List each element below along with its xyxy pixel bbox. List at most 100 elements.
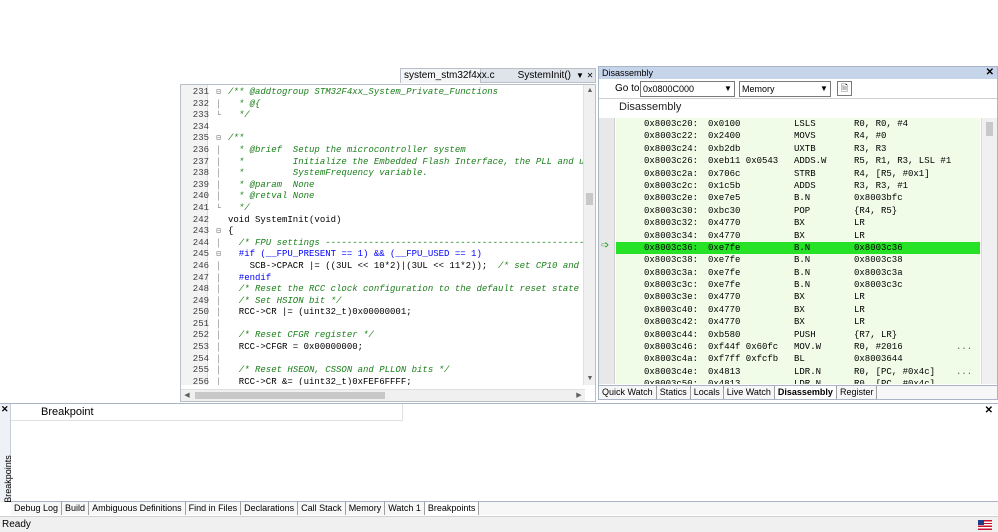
code-line[interactable]: 254 │ bbox=[181, 354, 585, 366]
tab-live-watch[interactable]: Live Watch bbox=[724, 386, 775, 399]
instruction-row[interactable]: 0x8003c3c: 0xe7fe B.N 0x8003c3c bbox=[616, 279, 980, 291]
instruction-row[interactable]: 0x8003c2a: 0x706c STRB R4, [R5, #0x1] bbox=[616, 168, 980, 180]
disassembly-vertical-scrollbar[interactable] bbox=[981, 118, 997, 384]
instruction-row[interactable]: 0x8003c32: 0x4770 BX LR bbox=[616, 217, 980, 229]
instruction-row[interactable]: 0x8003c50: 0x4813 LDR.N R0, [PC, #0x4c]... bbox=[616, 378, 980, 384]
tab-declarations[interactable]: Declarations bbox=[241, 502, 299, 515]
code-line[interactable]: 256 │ RCC->CR &= (uint32_t)0xFEF6FFFF; bbox=[181, 377, 585, 385]
instruction-opcode: 0xbc30 bbox=[708, 205, 741, 216]
instruction-opcode: 0x4770 bbox=[708, 292, 741, 303]
instruction-row[interactable]: 0x8003c22: 0x2400 MOVS R4, #0 bbox=[616, 130, 980, 142]
instruction-row[interactable]: 0x8003c3e: 0x4770 BX LR bbox=[616, 291, 980, 303]
code-line[interactable]: 238 │ * SystemFrequency variable. bbox=[181, 168, 585, 180]
tab-build[interactable]: Build bbox=[62, 502, 90, 515]
fold-marker-icon[interactable]: ⊟ bbox=[214, 249, 223, 261]
instruction-row[interactable]: 0x8003c34: 0x4770 BX LR bbox=[616, 230, 980, 242]
view-options-button[interactable]: 🗎 bbox=[837, 81, 852, 96]
tab-call-stack[interactable]: Call Stack bbox=[298, 502, 346, 515]
disassembly-scroll-thumb[interactable] bbox=[986, 122, 993, 136]
goto-combobox[interactable]: ▼ bbox=[640, 81, 735, 97]
tab-locals[interactable]: Locals bbox=[691, 386, 724, 399]
goto-input[interactable] bbox=[641, 82, 722, 96]
chevron-down-icon[interactable]: ▼ bbox=[722, 82, 734, 96]
instruction-opcode: 0x1c5b bbox=[708, 180, 741, 191]
code-line[interactable]: 235 ⊟ /** bbox=[181, 133, 585, 145]
tab-memory[interactable]: Memory bbox=[346, 502, 386, 515]
scroll-right-icon[interactable]: ▶ bbox=[573, 390, 585, 401]
code-line[interactable]: 253 │ RCC->CFGR = 0x00000000; bbox=[181, 342, 585, 354]
fold-marker-icon[interactable]: ⊟ bbox=[214, 226, 223, 238]
editor-vertical-scrollbar[interactable]: ▲ ▼ bbox=[583, 85, 595, 385]
close-icon[interactable]: ✕ bbox=[985, 405, 993, 416]
tab-ambiguous-definitions[interactable]: Ambiguous Definitions bbox=[89, 502, 186, 515]
close-icon[interactable]: ✕ bbox=[585, 69, 595, 83]
chevron-down-icon[interactable]: ▼ bbox=[575, 69, 585, 83]
instruction-row[interactable]: 0x8003c20: 0x0100 LSLS R0, R0, #4 bbox=[616, 118, 980, 130]
instruction-row[interactable]: 0x8003c2c: 0x1c5b ADDS R3, R3, #1 bbox=[616, 180, 980, 192]
editor-horizontal-scroll-thumb[interactable] bbox=[195, 392, 385, 399]
instruction-row[interactable]: 0x8003c26: 0xeb11 0x0543 ADDS.W R5, R1, R3,… bbox=[616, 155, 980, 167]
fold-marker-icon[interactable]: ⊟ bbox=[214, 133, 223, 145]
code-line[interactable]: 243 ⊟ { bbox=[181, 226, 585, 238]
instruction-row[interactable]: 0x8003c40: 0x4770 BX LR bbox=[616, 304, 980, 316]
code-line[interactable]: 233 └ */ bbox=[181, 110, 585, 122]
close-icon[interactable]: ✕ bbox=[1, 404, 9, 415]
memory-dropdown[interactable]: Memory ▼ bbox=[739, 81, 831, 97]
tab-watch-1[interactable]: Watch 1 bbox=[385, 502, 425, 515]
instruction-row[interactable]: 0x8003c46: 0xf44f 0x60fc MOV.W R0, #2016... bbox=[616, 341, 980, 353]
code-line[interactable]: 244 │ /* FPU settings -------------------… bbox=[181, 238, 585, 250]
current-instruction-row[interactable]: 0x8003c36: 0xe7fe B.N 0x8003c36 bbox=[616, 241, 980, 255]
disassembly-listing[interactable]: ➩ 0x8003c20: 0x0100 LSLS R0, R0, #4 0x8003c2… bbox=[599, 118, 997, 384]
code-line[interactable]: 251 │ bbox=[181, 319, 585, 331]
instruction-row[interactable]: 0x8003c42: 0x4770 BX LR bbox=[616, 316, 980, 328]
code-line[interactable]: 232 │ * @{ bbox=[181, 99, 585, 111]
code-text: RCC->CR |= (uint32_t)0x00000001; bbox=[228, 307, 412, 318]
code-line[interactable]: 241 └ */ bbox=[181, 203, 585, 215]
editor-horizontal-scrollbar[interactable]: ◀ ▶ bbox=[181, 389, 585, 401]
code-editor[interactable]: 231 ⊟ /** @addtogroup STM32F4xx_System_Pri… bbox=[180, 84, 596, 402]
instruction-row[interactable]: 0x8003c4a: 0xf7ff 0xfcfb BL 0x8003644 bbox=[616, 353, 980, 365]
instruction-row[interactable]: 0x8003c3a: 0xe7fe B.N 0x8003c3a bbox=[616, 267, 980, 279]
code-line[interactable]: 236 │ * @brief Setup the microcontroller … bbox=[181, 145, 585, 157]
code-line[interactable]: 240 │ * @retval None bbox=[181, 191, 585, 203]
code-line[interactable]: 247 │ #endif bbox=[181, 273, 585, 285]
scroll-left-icon[interactable]: ◀ bbox=[181, 390, 193, 401]
chevron-down-icon[interactable]: ▼ bbox=[818, 82, 830, 96]
us-flag-icon[interactable] bbox=[978, 520, 992, 530]
code-line[interactable]: 246 │ SCB->CPACR |= ((3UL << 10*2)|(3UL <… bbox=[181, 261, 585, 273]
instruction-row[interactable]: 0x8003c44: 0xb580 PUSH {R7, LR} bbox=[616, 329, 980, 341]
code-line[interactable]: 237 │ * Initialize the Embedded Flash Int… bbox=[181, 157, 585, 169]
tab-statics[interactable]: Statics bbox=[657, 386, 691, 399]
tab-quick-watch[interactable]: Quick Watch bbox=[599, 386, 657, 399]
editor-vertical-scroll-thumb[interactable] bbox=[586, 193, 593, 205]
instruction-row[interactable]: 0x8003c4e: 0x4813 LDR.N R0, [PC, #0x4c]... bbox=[616, 366, 980, 378]
instruction-row[interactable]: 0x8003c38: 0xe7fe B.N 0x8003c38 bbox=[616, 254, 980, 266]
code-line[interactable]: 255 │ /* Reset HSEON, CSSON and PLLON bit… bbox=[181, 365, 585, 377]
instruction-row[interactable]: 0x8003c2e: 0xe7e5 B.N 0x8003bfc bbox=[616, 192, 980, 204]
code-line[interactable]: 249 │ /* Set HSION bit */ bbox=[181, 296, 585, 308]
instruction-row[interactable]: 0x8003c30: 0xbc30 POP {R4, R5} bbox=[616, 205, 980, 217]
code-line[interactable]: 242 void SystemInit(void) bbox=[181, 215, 585, 227]
breakpoint-column-header[interactable]: Breakpoint bbox=[11, 404, 403, 421]
instruction-mnemonic: B.N bbox=[794, 242, 811, 253]
code-line[interactable]: 245 ⊟ #if (__FPU_PRESENT == 1) && (__FPU_… bbox=[181, 249, 585, 261]
code-line[interactable]: 248 │ /* Reset the RCC clock configuratio… bbox=[181, 284, 585, 296]
fold-marker-icon[interactable]: ⊟ bbox=[214, 87, 223, 99]
code-line[interactable]: 252 │ /* Reset CFGR register */ bbox=[181, 330, 585, 342]
tab-breakpoints[interactable]: Breakpoints bbox=[424, 502, 480, 515]
close-icon[interactable]: ✕ bbox=[986, 67, 994, 79]
editor-file-tab[interactable]: system_stm32f4xx.c bbox=[401, 69, 495, 83]
tab-find-in-files[interactable]: Find in Files bbox=[186, 502, 242, 515]
code-line[interactable]: 250 │ RCC->CR |= (uint32_t)0x00000001; bbox=[181, 307, 585, 319]
function-selector[interactable]: SystemInit() ▼ ✕ bbox=[479, 69, 595, 83]
scroll-up-icon[interactable]: ▲ bbox=[584, 85, 595, 97]
scroll-down-icon[interactable]: ▼ bbox=[584, 373, 595, 385]
tab-disassembly[interactable]: Disassembly bbox=[774, 386, 837, 399]
tab-debug-log[interactable]: Debug Log bbox=[11, 502, 63, 515]
code-line[interactable]: 234 bbox=[181, 122, 585, 134]
code-line[interactable]: 239 │ * @param None bbox=[181, 180, 585, 192]
breakpoints-side-tab[interactable]: ✕ Breakpoints bbox=[0, 404, 13, 503]
tab-register[interactable]: Register bbox=[837, 386, 878, 399]
code-line[interactable]: 231 ⊟ /** @addtogroup STM32F4xx_System_Pri… bbox=[181, 87, 585, 99]
instruction-row[interactable]: 0x8003c24: 0xb2db UXTB R3, R3 bbox=[616, 143, 980, 155]
